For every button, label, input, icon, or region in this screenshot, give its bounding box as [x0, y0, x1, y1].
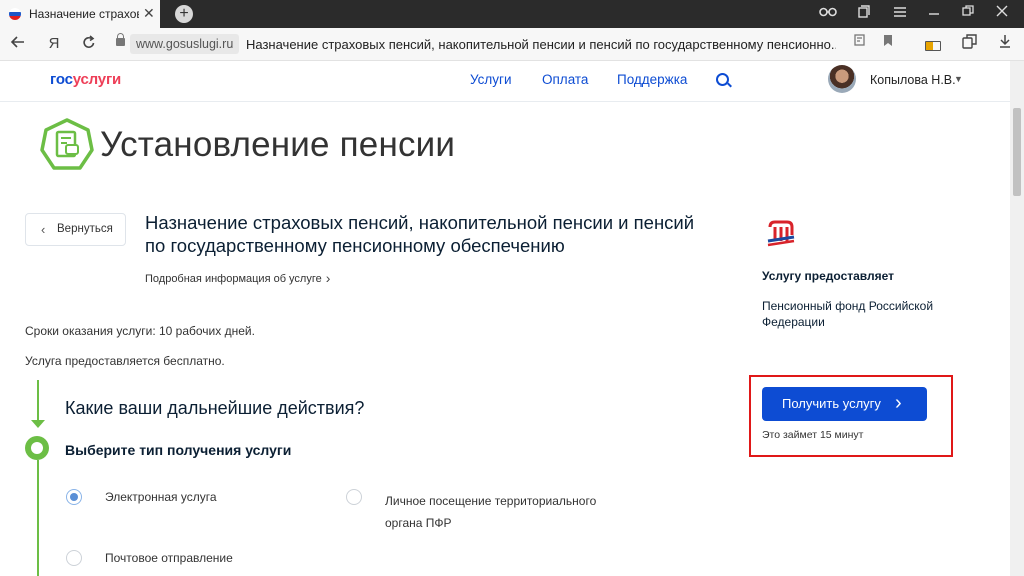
service-duration: Это займет 15 минут — [762, 429, 864, 441]
chevron-right-icon: › — [325, 270, 331, 286]
russia-flag-icon — [9, 8, 21, 20]
yandex-button[interactable]: Я — [45, 35, 63, 52]
new-tab-button[interactable]: + — [175, 5, 193, 23]
option-personal-visit-label[interactable]: Личное посещение территориального органа… — [385, 490, 615, 534]
get-service-label: Получить услугу — [782, 396, 881, 411]
more-info-label: Подробная информация об услуге — [145, 273, 322, 285]
lock-icon[interactable] — [116, 33, 125, 46]
arrow-down-icon — [31, 420, 45, 428]
menu-icon[interactable] — [890, 5, 910, 20]
get-service-button[interactable]: Получить услугу › — [762, 387, 927, 421]
radio-mail[interactable] — [66, 550, 82, 566]
address-page-title[interactable]: Назначение страховых пенсий, накопительн… — [246, 37, 836, 52]
incognito-icon[interactable] — [818, 5, 838, 20]
nav-services[interactable]: Услуги — [470, 72, 512, 87]
close-tab-icon[interactable]: ✕ — [143, 5, 155, 22]
step-connector — [37, 380, 39, 424]
bookmark-icon[interactable] — [879, 34, 897, 50]
radio-personal-visit[interactable] — [346, 489, 362, 505]
search-icon[interactable] — [716, 73, 729, 86]
more-info-link[interactable]: Подробная информация об услуге › — [145, 269, 331, 286]
collections-icon[interactable] — [854, 5, 874, 21]
option-electronic-label[interactable]: Электронная услуга — [105, 490, 217, 504]
battery-icon[interactable] — [925, 41, 941, 51]
nav-support[interactable]: Поддержка — [617, 72, 687, 87]
logo-part-gos: гос — [50, 71, 73, 88]
provider-label: Услугу предоставляет — [762, 269, 895, 283]
chevron-down-icon[interactable]: ▼ — [954, 74, 963, 84]
avatar[interactable] — [828, 65, 856, 93]
step-title: Выберите тип получения услуги — [65, 442, 292, 458]
tab-title: Назначение страховых — [29, 7, 139, 21]
minimize-icon[interactable] — [924, 5, 944, 20]
pfr-logo-icon — [766, 219, 796, 247]
domain-chip[interactable]: www.gosuslugi.ru — [130, 34, 240, 54]
gosuslugi-logo[interactable]: госуслуги — [50, 71, 121, 88]
page-title: Установление пенсии — [100, 125, 456, 164]
provider-name: Пенсионный фонд Российской Федерации — [762, 299, 934, 329]
nav-payment[interactable]: Оплата — [542, 72, 588, 87]
download-icon[interactable] — [996, 34, 1014, 51]
option-mail-label[interactable]: Почтовое отправление — [105, 551, 233, 565]
service-free-note: Услуга предоставляется бесплатно. — [25, 354, 225, 368]
browser-tab[interactable]: Назначение страховых ✕ — [0, 0, 160, 28]
back-arrow-icon[interactable] — [9, 34, 27, 55]
steps-question: Какие ваши дальнейшие действия? — [65, 398, 365, 418]
pension-category-icon — [40, 118, 94, 172]
step-marker — [25, 436, 49, 460]
service-title: Назначение страховых пенсий, накопительн… — [145, 212, 695, 256]
back-button-label: Вернуться — [57, 223, 113, 235]
service-term: Сроки оказания услуги: 10 рабочих дней. — [25, 324, 255, 338]
logo-part-uslugi: услуги — [72, 71, 122, 88]
user-name[interactable]: Копылова Н.В. — [870, 73, 956, 87]
radio-electronic[interactable] — [66, 489, 82, 505]
chevron-right-icon: › — [895, 392, 902, 414]
back-button[interactable]: ‹ Вернуться — [25, 213, 126, 246]
step-connector — [37, 460, 39, 576]
reload-icon[interactable] — [80, 34, 98, 55]
chevron-left-icon: ‹ — [41, 222, 46, 237]
close-window-icon[interactable] — [992, 5, 1012, 20]
scrollbar-thumb[interactable] — [1013, 108, 1021, 196]
extensions-icon[interactable] — [960, 34, 978, 52]
reader-mode-icon[interactable] — [851, 34, 869, 50]
restore-icon[interactable] — [958, 5, 978, 20]
